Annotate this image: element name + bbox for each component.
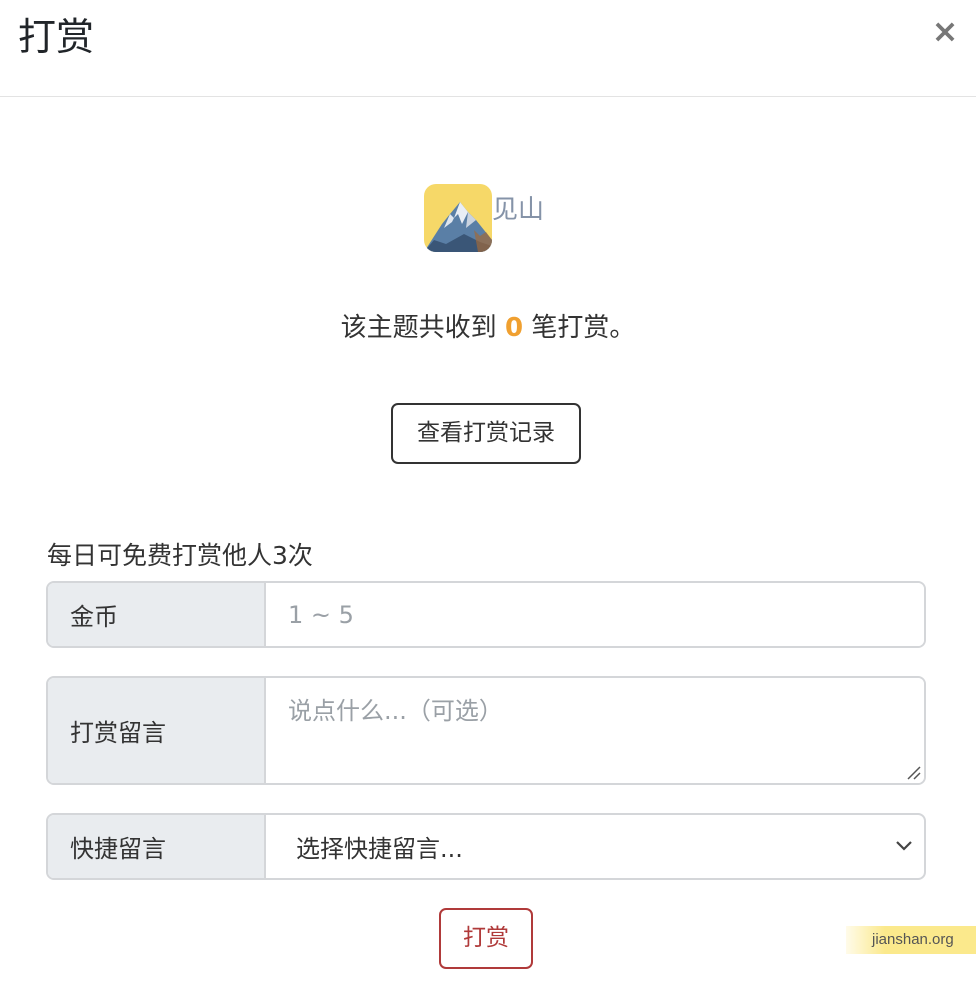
reward-modal: 打赏 × 见山 该主题共收到 0 笔打赏。 查看打赏记录 每日可免费打赏他人3次… bbox=[0, 0, 976, 990]
close-icon[interactable]: × bbox=[928, 14, 962, 48]
mountain-avatar-icon[interactable] bbox=[424, 184, 492, 252]
quick-message-select[interactable]: 选择快捷留言... bbox=[266, 815, 924, 878]
stats-prefix: 该主题共收到 bbox=[340, 313, 497, 343]
stats-suffix: 笔打赏。 bbox=[531, 313, 636, 343]
quick-message-label: 快捷留言 bbox=[48, 815, 266, 878]
modal-title: 打赏 bbox=[18, 15, 95, 59]
free-reward-note: 每日可免费打赏他人3次 bbox=[47, 541, 313, 570]
view-history-button[interactable]: 查看打赏记录 bbox=[391, 403, 581, 464]
submit-reward-button[interactable]: 打赏 bbox=[439, 908, 533, 969]
quick-message-selected: 选择快捷留言... bbox=[296, 835, 463, 863]
message-textarea[interactable] bbox=[266, 678, 924, 783]
message-input-group: 打赏留言 bbox=[46, 676, 926, 785]
modal-header: 打赏 × bbox=[0, 0, 976, 97]
coins-input-group: 金币 bbox=[46, 581, 926, 648]
reward-count: 0 bbox=[504, 313, 524, 343]
quick-message-group: 快捷留言 选择快捷留言... bbox=[46, 813, 926, 880]
site-watermark: jianshan.org bbox=[846, 926, 976, 954]
reward-stats: 该主题共收到 0 笔打赏。 bbox=[0, 308, 976, 348]
resize-grip-icon[interactable] bbox=[905, 764, 921, 780]
message-label: 打赏留言 bbox=[48, 678, 266, 783]
author-info: 见山 bbox=[424, 184, 544, 252]
coins-input[interactable] bbox=[266, 583, 924, 646]
chevron-down-icon bbox=[896, 841, 912, 851]
coins-label: 金币 bbox=[48, 583, 266, 646]
author-name[interactable]: 见山 bbox=[492, 195, 544, 225]
